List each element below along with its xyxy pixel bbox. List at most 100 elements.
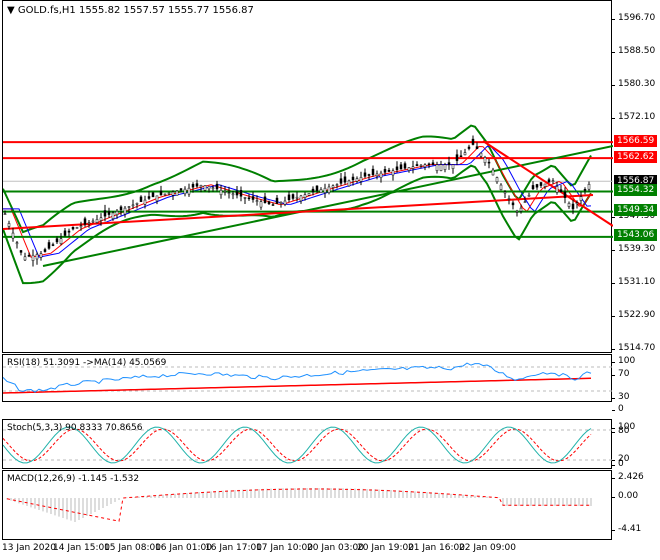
price-tick: 1572.10 [612,112,655,122]
candle-body [471,138,475,145]
price-tick: 1539.30 [612,244,655,254]
candle-body [223,191,227,193]
collapse-arrow-icon[interactable]: ▼ [7,5,15,16]
candle-body [239,190,243,197]
candle-body [499,184,503,190]
candle-body [551,180,555,183]
candle-body [207,186,211,190]
candle-body [179,188,183,191]
candle-body [331,185,335,188]
candle-body [3,213,7,215]
candle-body [147,196,151,199]
macd-pane[interactable]: MACD(12,26,9) -1.145 -1.532 [2,470,612,540]
candle-body [211,187,215,190]
candle-body [467,146,471,149]
candle-body [99,217,103,221]
candle-body [135,203,139,205]
candle-body [167,192,171,195]
candle-body [123,207,127,215]
candle-body [347,180,351,187]
candle-body [79,225,83,228]
price-tick: 1522.90 [612,310,655,320]
candle-body [251,196,255,200]
support-price-label: 1554.32 [614,184,658,196]
candle-body [51,244,55,246]
candle-body [343,176,347,183]
candle-body [67,230,71,233]
candle-body [255,200,259,202]
candle-body [407,167,411,171]
rsi-pane[interactable]: RSI(18) 51.3091 ->MA(14) 45.0569 [2,354,613,402]
candle-body [87,222,91,224]
time-tick: 13 Jan 2020 [2,543,56,553]
candle-body [267,201,271,205]
candle-body [391,170,395,176]
candle-body [11,232,15,239]
candle-body [39,253,43,258]
candle-body [103,210,107,217]
candle-body [279,202,283,204]
macd-axis: 2.426 0.00 -4.41 [612,470,660,540]
candle-body [455,154,459,161]
time-tick: 21 Jan 16:00 [408,543,465,553]
time-tick: 16 Jan 17:00 [205,543,262,553]
candle-body [503,191,507,194]
candle-body [335,184,339,186]
moving-average-slow [3,146,592,258]
candle-body [539,182,543,186]
candle-body [23,256,27,261]
candle-body [367,174,371,176]
candle-body [363,172,367,177]
stoch-axis: 100 80 20 0 [612,419,660,469]
candle-body [511,202,515,206]
candle-body [299,195,303,202]
candle-body [55,238,59,243]
candle-body [275,197,279,204]
candle-body [423,164,427,168]
candle-body [35,254,39,260]
candle-body [307,193,311,196]
candle-body [531,185,535,190]
candle-body [523,201,527,203]
price-chart [3,124,613,285]
candle-body [323,187,327,193]
candle-body [315,185,319,191]
candle-body [311,188,315,193]
candle-body [415,164,419,167]
candle-body [91,220,95,223]
candle-body [7,223,11,227]
resistance-price-label: 1566.59 [614,135,658,147]
candle-body [191,184,195,188]
candle-body [459,155,463,158]
candle-body [439,164,443,171]
candle-body [259,201,263,208]
candle-body [43,249,47,252]
price-pane[interactable]: ▼ GOLD.fs,H1 1555.82 1557.57 1555.77 155… [2,0,613,353]
candle-body [31,254,35,261]
rsi-label: RSI(18) 51.3091 ->MA(14) 45.0569 [7,358,167,368]
time-tick: 16 Jan 01:00 [155,543,212,553]
stoch-pane[interactable]: Stoch(5,3,3) 90.8333 70.8656 [2,419,613,469]
candle-body [219,189,223,196]
stoch-label: Stoch(5,3,3) 90.8333 70.8656 [7,423,143,433]
candle-body [375,173,379,177]
candle-body [95,219,99,223]
candle-body [399,164,403,170]
candle-body [131,204,135,207]
price-tick: 1580.30 [612,79,655,89]
candle-body [291,194,295,199]
resistance-price-label: 1562.62 [614,151,658,163]
candle-body [575,202,579,205]
candle-body [395,166,399,171]
candle-body [487,161,491,164]
candle-body [447,162,451,165]
candle-body [383,169,387,173]
candle-body [175,190,179,196]
candle-body [571,203,575,210]
candle-body [283,200,287,205]
candle-body [227,192,231,194]
candle-body [351,176,355,180]
candle-body [371,168,375,175]
candle-body [515,211,519,213]
candle-body [127,206,131,208]
